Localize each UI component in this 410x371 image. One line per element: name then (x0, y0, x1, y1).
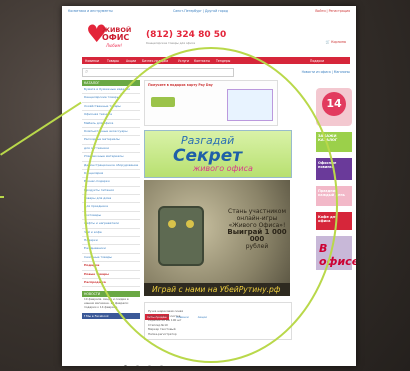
catalog-item[interactable]: Мебель для офиса (82, 120, 140, 128)
search-icon[interactable]: ⌕ (85, 68, 88, 76)
catalog-item-highlight[interactable]: Подарки (82, 262, 140, 271)
logo[interactable]: ♥ ЖИВОЙ ОФИС Любим! (86, 22, 142, 52)
nav-item[interactable]: Подарки (310, 59, 324, 63)
login-link[interactable]: Войти | Регистрация (315, 9, 350, 13)
secret-line2: Секрет (173, 146, 243, 166)
cart-icon: 🛒 (325, 40, 330, 44)
game-banner-link[interactable]: Играй с нами на УбейРутину.рф (152, 285, 280, 294)
catalog-item[interactable]: Офисная техника (82, 111, 140, 120)
top-left-link[interactable]: Косметика и инструменты (68, 9, 113, 13)
purple-ad-text: Офисные новинки (318, 161, 337, 169)
catalog-item[interactable]: Компьютерные аксессуары (82, 128, 140, 137)
top-bar: Косметика и инструменты Санкт-Петербург … (68, 9, 350, 15)
catalog-item[interactable]: Товары для дома (82, 195, 140, 204)
social-widget[interactable]: f Мы в Facebook (82, 313, 140, 320)
promo-title: Получите в подарок карту Pay Day (148, 83, 213, 87)
nav-item[interactable]: Бизнес-подарки (142, 59, 168, 63)
v-ad-text: В офисе (319, 242, 356, 268)
catalog-item[interactable]: Расходные материалы (82, 136, 140, 145)
catalog-item[interactable]: Лифты и нагреватели (82, 220, 140, 229)
catalog-order-ad[interactable]: ЗАКАЖИ КАТАЛОГ (316, 132, 352, 152)
catalog-order-text: ЗАКАЖИ КАТАЛОГ (318, 134, 338, 142)
catalog-item[interactable]: Для праздника (82, 203, 140, 212)
catalog-item[interactable]: Упаковочные материалы (82, 153, 140, 162)
news-text[interactable]: 10 февраля. Акции и скидки в нашем магаз… (82, 297, 140, 310)
logo-tag: Любим! (106, 43, 123, 48)
game-text-5: рублей (245, 243, 269, 250)
valentine-ad[interactable]: 14 (316, 88, 352, 126)
red-ad-text: Кофе для офиса (318, 215, 338, 223)
catalog-item[interactable]: Подарки (82, 237, 140, 246)
table-row[interactable]: Папка-регистратор (145, 332, 291, 337)
v-ad[interactable]: В офисе (316, 236, 356, 270)
cart-label: Корзина (331, 40, 346, 44)
product-table: Хиты продаж Новинки Акции Ручка шарикова… (144, 302, 292, 340)
main-nav: Новинки Товары Акции Бизнес-подарки Услу… (82, 57, 350, 64)
game-text-1: Стань участником (228, 208, 286, 215)
nav-item[interactable]: Услуги (178, 59, 189, 63)
cart-link[interactable]: 🛒 Корзина (326, 40, 346, 44)
catalog-item[interactable]: Хозяйственные товары (82, 103, 140, 112)
purple-ad[interactable]: Офисные новинки (316, 158, 352, 180)
nav-item[interactable]: Новинки (85, 59, 99, 63)
catalog-item[interactable]: Сезонные товары (82, 254, 140, 263)
secret-line3: живого офиса (193, 164, 253, 173)
catalog-item[interactable]: Продукты питания (82, 187, 140, 196)
catalog-item[interactable]: Демонстрационное оборудование (82, 162, 140, 170)
game-text-4: Выиграй 1 000 000 (227, 228, 287, 243)
city-selector[interactable]: Санкт-Петербург | Другой город (173, 9, 228, 13)
red-ad[interactable]: Кофе для офиса (316, 212, 352, 230)
catalog-item[interactable]: Канцелярские товары (82, 94, 140, 103)
nav-item[interactable]: Контакты (194, 59, 210, 63)
game-banner[interactable]: Стань участником онлайн-игры «Живого Офи… (144, 180, 290, 296)
pink-ad-text: Праздник каждый день (318, 189, 345, 197)
sidebar: КАТАЛОГ Бумага и бумажные изделия Канцел… (82, 80, 140, 330)
carousel-dot[interactable] (160, 365, 164, 366)
promo-card-image (227, 89, 273, 121)
nav-item[interactable]: Акции (126, 59, 136, 63)
idol-image (158, 206, 204, 266)
game-banner-bar: Играй с нами на УбейРутину.рф (144, 283, 290, 296)
catalog-item[interactable]: Бизнес-подарки (82, 178, 140, 187)
catalog-item[interactable]: Бумага и бумажные изделия (82, 86, 140, 95)
tab-sale[interactable]: Акции (196, 314, 209, 320)
catalog-item[interactable]: для оргтехники (82, 145, 140, 154)
phone-subtitle: Канцелярские товары для офиса (146, 41, 196, 45)
nav-item[interactable]: Товары (107, 59, 119, 63)
carousel-dots (124, 353, 167, 366)
catalog-item[interactable]: Хозтовары (82, 212, 140, 221)
search-links[interactable]: Новости из офиса | Магазины (302, 70, 350, 74)
catalog-item-highlight[interactable]: Распродажа (82, 279, 140, 288)
game-text-2: онлайн-игры (236, 215, 278, 222)
carousel-dot[interactable] (124, 365, 127, 366)
carousel-dot[interactable] (148, 365, 152, 366)
nav-item[interactable]: Тендеры (216, 59, 230, 63)
screenshot-page: Косметика и инструменты Санкт-Петербург … (62, 6, 356, 366)
catalog-item[interactable]: Ежедневники (82, 245, 140, 254)
phone-number: (812) 324 80 50 (146, 30, 227, 40)
highlight-pointer-stub (0, 196, 4, 198)
catalog-item[interactable]: Чай и кофе (82, 229, 140, 238)
heart-14-icon: 14 (322, 92, 346, 116)
search-input[interactable]: ⌕ (82, 68, 234, 77)
social-label: Мы в Facebook (86, 314, 109, 319)
secret-banner[interactable]: Разгадай Секрет живого офиса (144, 130, 292, 178)
catalog-item[interactable]: Канцелярия (82, 170, 140, 179)
carousel-dot[interactable] (136, 365, 140, 366)
logo-line2: ОФИС (102, 33, 130, 42)
catalog-item-highlight[interactable]: Новые товары (82, 271, 140, 279)
promo-banner[interactable]: Получите в подарок карту Pay Day (144, 80, 278, 126)
promo-button[interactable] (151, 97, 175, 107)
pink-ad[interactable]: Праздник каждый день (316, 186, 352, 206)
game-text: Стань участником онлайн-игры «Живого Офи… (226, 208, 288, 250)
